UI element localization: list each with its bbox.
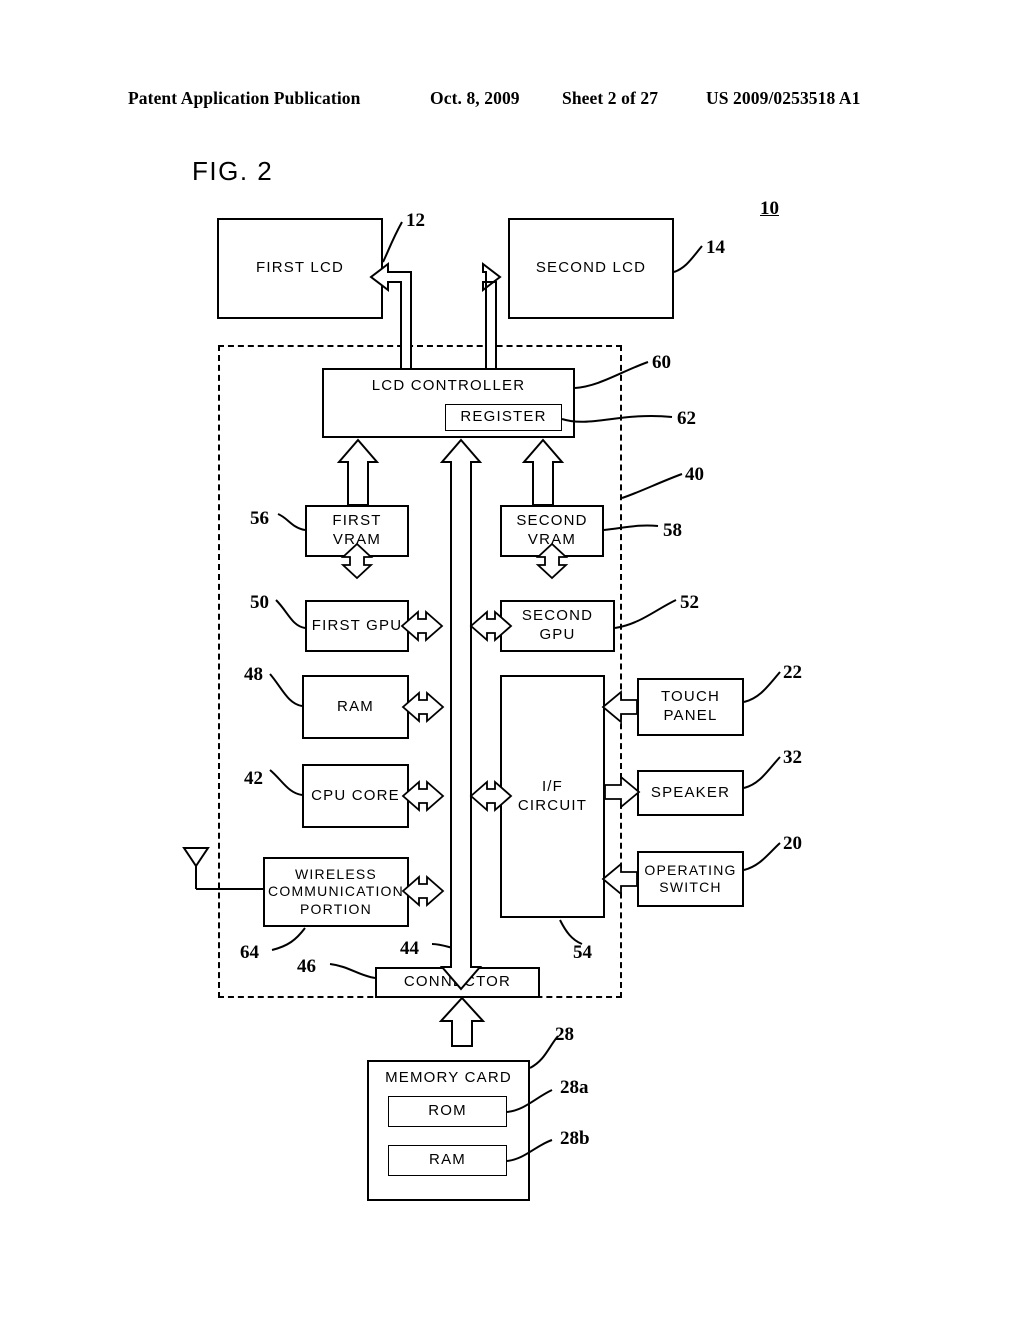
ref-54: 54 (573, 942, 592, 963)
block-second-vram: SECOND VRAM (500, 505, 604, 557)
figure-page: Patent Application Publication Oct. 8, 2… (0, 0, 1024, 1320)
block-cpu-core-label: CPU CORE (311, 786, 400, 804)
block-speaker: SPEAKER (637, 770, 744, 816)
header-sheet: Sheet 2 of 27 (562, 88, 659, 108)
ref-50: 50 (250, 592, 269, 613)
leader-28 (529, 1035, 559, 1069)
block-if-circuit: I/F CIRCUIT (500, 675, 605, 918)
ref-10: 10 (760, 198, 779, 219)
leader-52 (614, 599, 677, 629)
ref-28: 28 (555, 1024, 574, 1045)
block-ram: RAM (302, 675, 409, 739)
block-first-lcd-label: FIRST LCD (255, 259, 345, 277)
block-first-vram: FIRST VRAM (305, 505, 409, 557)
ref-52: 52 (680, 592, 699, 613)
leader-40 (621, 473, 683, 499)
block-lcd-controller-label: LCD CONTROLLER (371, 377, 526, 394)
leader-22 (743, 671, 781, 703)
block-touch-panel-label: TOUCH PANEL (660, 688, 721, 724)
ref-60: 60 (652, 352, 671, 373)
block-second-lcd: SECOND LCD (508, 218, 674, 319)
ref-48: 48 (244, 664, 263, 685)
block-operating-switch-label: OPERATING SWITCH (644, 861, 737, 896)
ref-14: 14 (706, 237, 725, 258)
block-second-gpu-label: SECOND GPU (521, 607, 594, 643)
block-memory-card-label: MEMORY CARD (385, 1069, 512, 1086)
block-memory-card-rom-label: ROM (428, 1102, 467, 1120)
figure-label: FIG. 2 (192, 156, 274, 186)
block-ram-label: RAM (337, 697, 374, 715)
block-register: REGISTER (445, 404, 562, 431)
block-memory-card-ram: RAM (388, 1145, 507, 1176)
block-memory-card-rom: ROM (388, 1096, 507, 1127)
ref-20: 20 (783, 833, 802, 854)
block-first-lcd: FIRST LCD (217, 218, 383, 319)
block-connector-label: CONNECTOR (403, 973, 512, 991)
arrow-memory-card-to-connector (438, 996, 486, 1047)
block-memory-card: MEMORY CARD (367, 1060, 530, 1201)
block-second-lcd-label: SECOND LCD (535, 259, 647, 277)
header-date: Oct. 8, 2009 (430, 88, 520, 108)
block-touch-panel: TOUCH PANEL (637, 678, 744, 736)
ref-28a: 28a (560, 1077, 589, 1098)
ref-64: 64 (240, 942, 259, 963)
block-first-vram-label: FIRST VRAM (332, 512, 382, 548)
leader-20 (743, 842, 781, 871)
leader-14 (673, 245, 703, 273)
block-first-gpu-label: FIRST GPU (311, 616, 403, 634)
antenna-icon (182, 847, 210, 868)
block-cpu-core: CPU CORE (302, 764, 409, 828)
ref-32: 32 (783, 747, 802, 768)
ref-28b: 28b (560, 1128, 590, 1149)
block-first-gpu: FIRST GPU (305, 600, 409, 652)
block-operating-switch: OPERATING SWITCH (637, 851, 744, 907)
ref-22: 22 (783, 662, 802, 683)
header-publication: Patent Application Publication (128, 88, 361, 108)
ref-42: 42 (244, 768, 263, 789)
leader-32 (743, 756, 781, 789)
ref-56: 56 (250, 508, 269, 529)
ref-12: 12 (406, 210, 425, 231)
block-connector: CONNECTOR (375, 967, 540, 998)
ref-46: 46 (297, 956, 316, 977)
block-register-label: REGISTER (460, 408, 547, 426)
block-memory-card-ram-label: RAM (429, 1151, 466, 1169)
leader-12 (382, 221, 403, 263)
ref-44: 44 (400, 938, 419, 959)
block-wireless-communication-portion: WIRELESS COMMUNICATION PORTION (263, 857, 409, 927)
block-second-gpu: SECOND GPU (500, 600, 615, 652)
ref-58: 58 (663, 520, 682, 541)
block-second-vram-label: SECOND VRAM (516, 512, 588, 548)
header-patent-number: US 2009/0253518 A1 (706, 88, 861, 108)
ref-40: 40 (685, 464, 704, 485)
block-speaker-label: SPEAKER (650, 783, 731, 801)
ref-62: 62 (677, 408, 696, 429)
block-wireless-communication-portion-label: WIRELESS COMMUNICATION PORTION (268, 865, 404, 917)
block-if-circuit-label: I/F CIRCUIT (517, 777, 588, 814)
